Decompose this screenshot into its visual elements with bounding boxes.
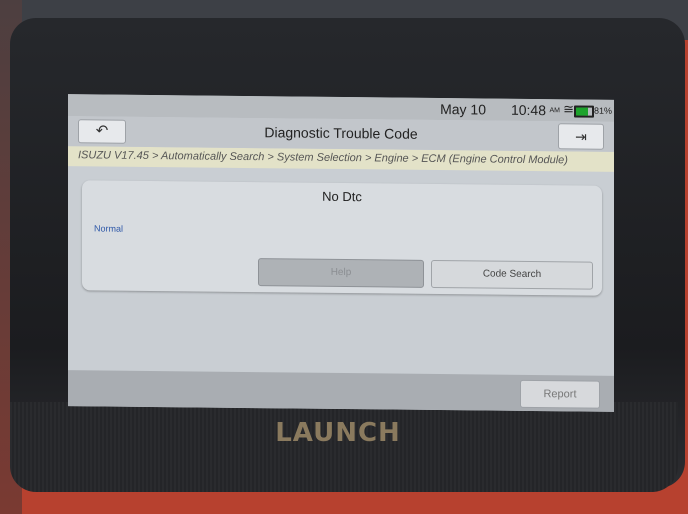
status-date: May 10 bbox=[440, 101, 486, 118]
exit-button[interactable]: ⇥ bbox=[558, 123, 604, 150]
battery-icon bbox=[574, 105, 594, 118]
dtc-panel: No Dtc Normal Help Code Search bbox=[82, 180, 602, 296]
page-title: Diagnostic Trouble Code bbox=[264, 124, 418, 142]
help-button[interactable]: Help bbox=[258, 258, 424, 288]
brand-logo: LAUNCH bbox=[275, 418, 401, 448]
dtc-result-text: No Dtc bbox=[322, 188, 362, 205]
exit-icon: ⇥ bbox=[575, 128, 587, 145]
status-normal: Normal bbox=[94, 223, 124, 234]
wifi-icon: ≅ bbox=[563, 101, 574, 117]
status-time: 10:48 bbox=[510, 101, 546, 119]
battery-percent: 81% bbox=[593, 105, 612, 116]
status-ampm: AM bbox=[549, 107, 561, 115]
report-button[interactable]: Report bbox=[520, 379, 600, 409]
bottom-bar: Report bbox=[68, 370, 614, 412]
screen: May 10 10:48 AM ≅ 81% ↶ Diagnostic Troub… bbox=[68, 94, 614, 412]
code-search-button[interactable]: Code Search bbox=[431, 259, 593, 290]
title-bar: ↶ Diagnostic Trouble Code ⇥ bbox=[68, 116, 614, 152]
